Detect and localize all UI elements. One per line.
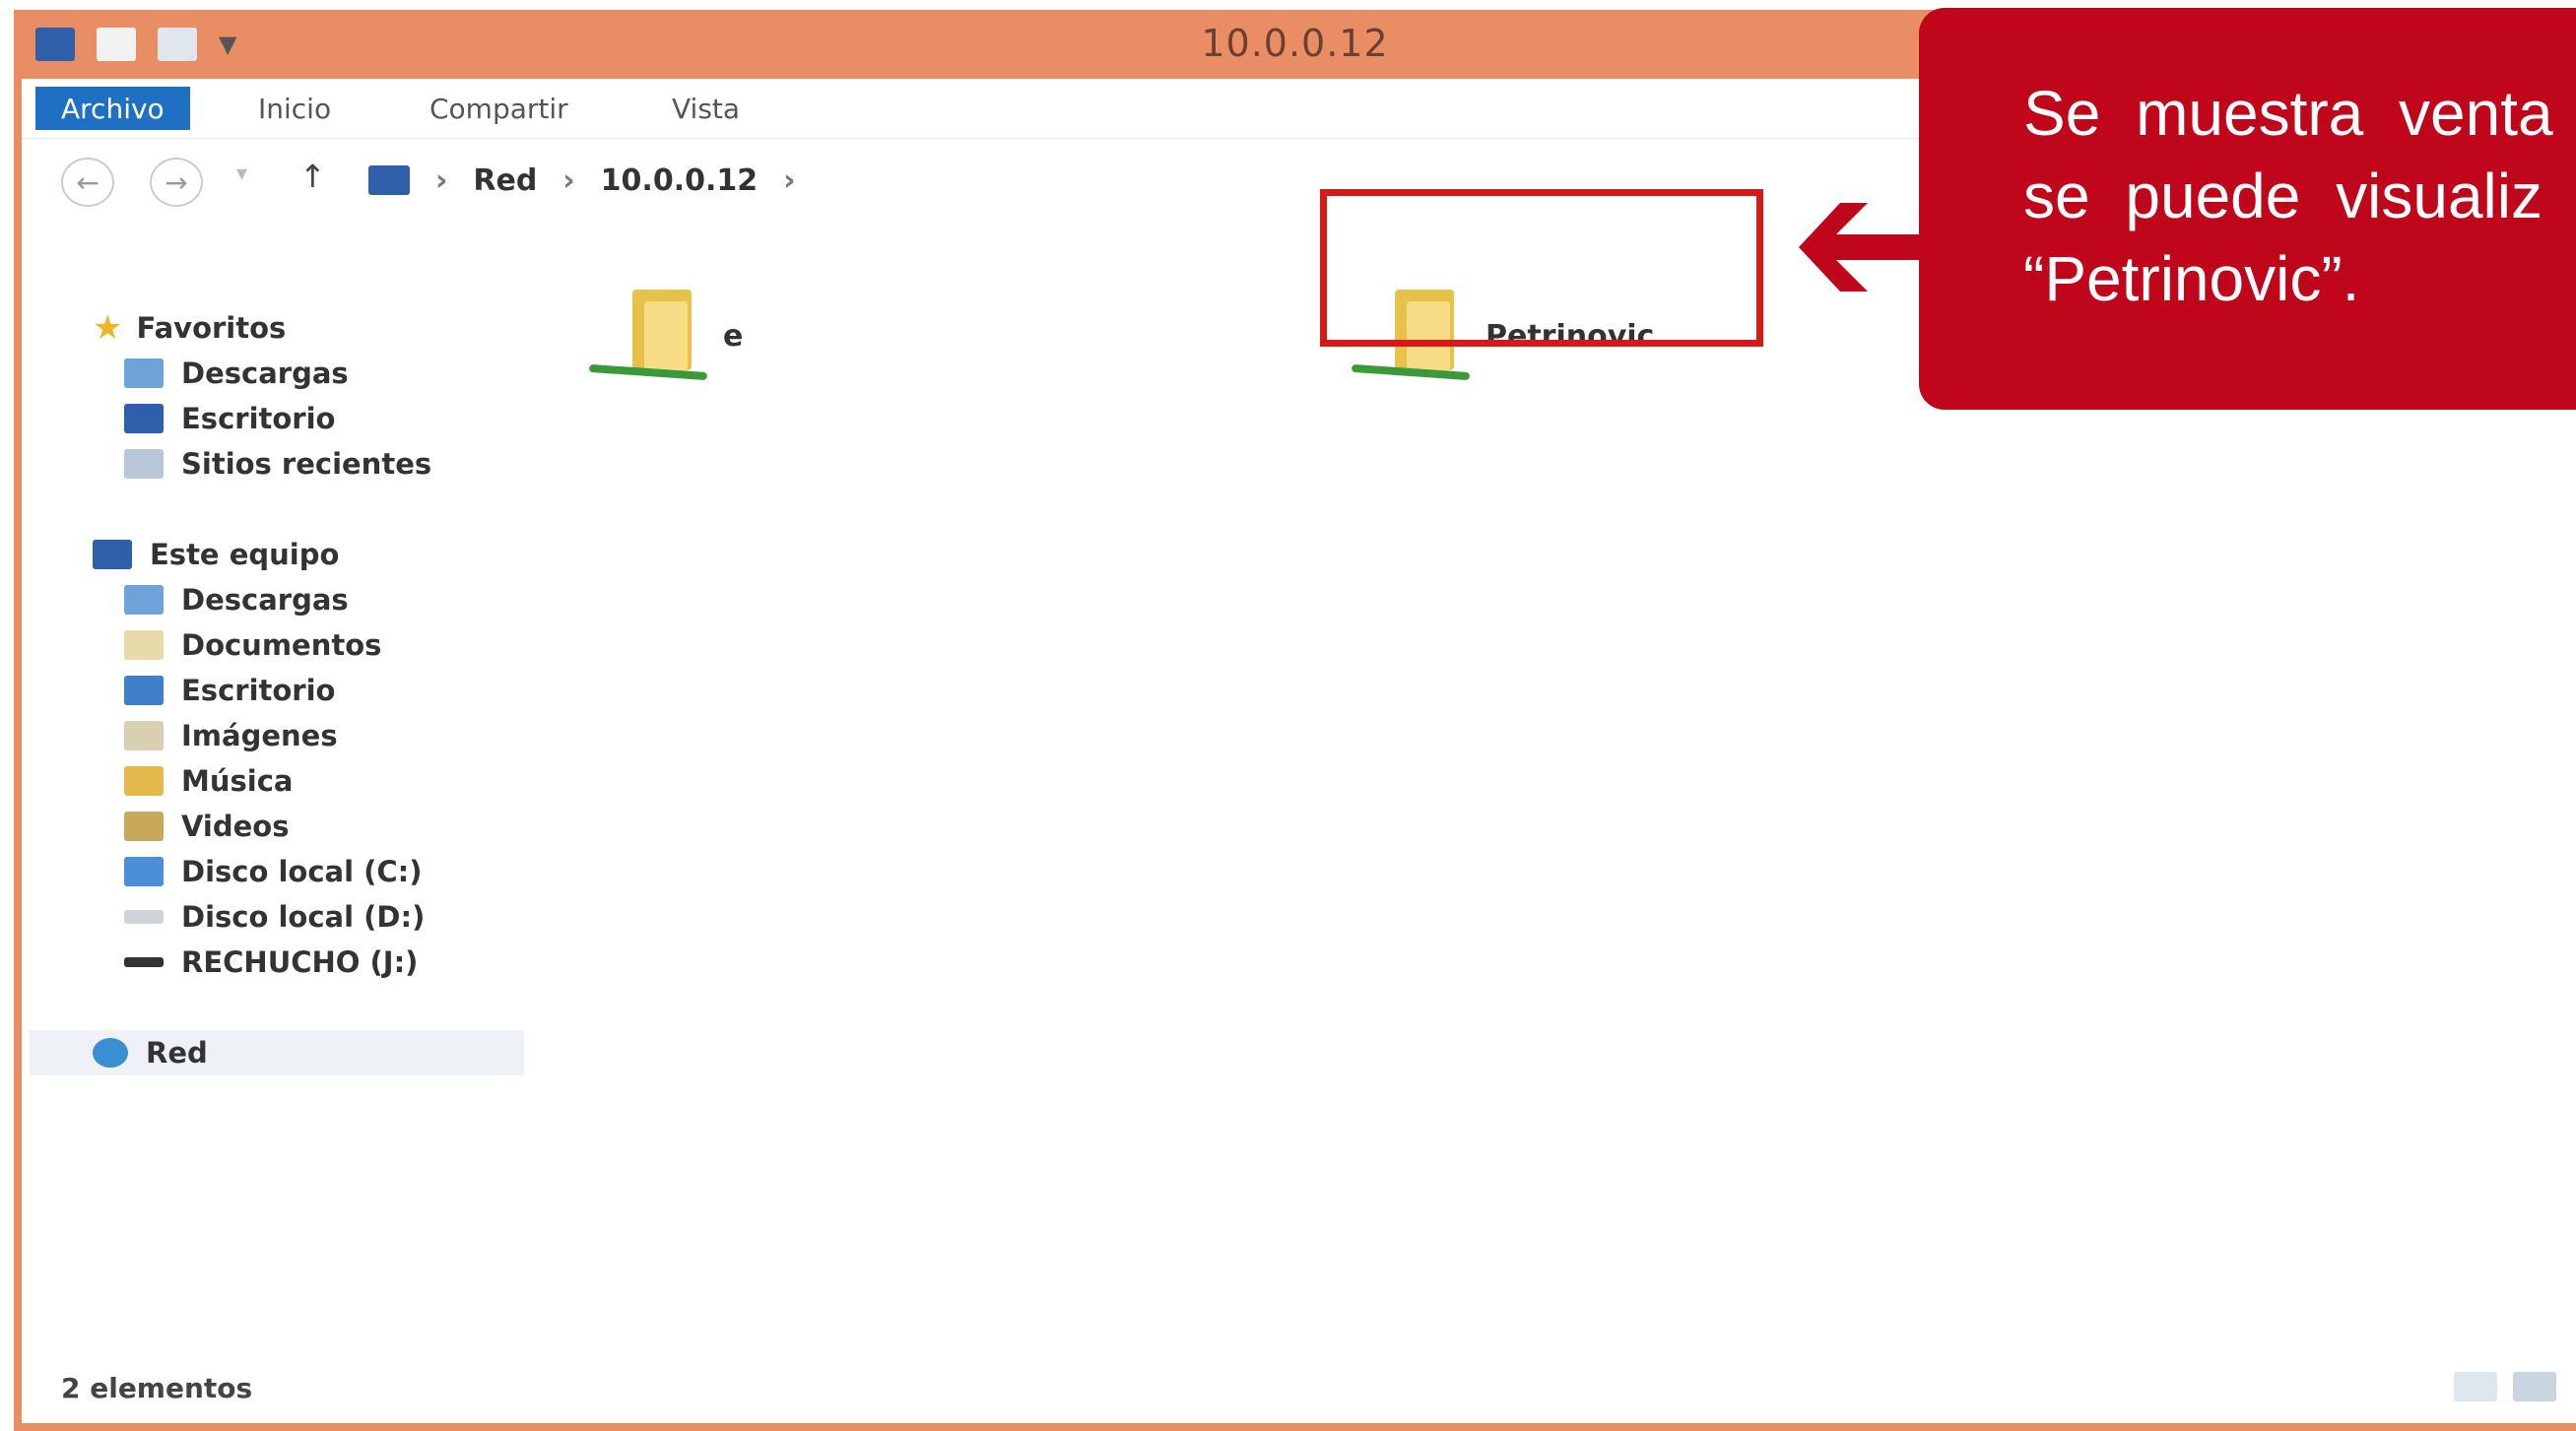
forward-arrow-icon[interactable]: → bbox=[150, 158, 203, 207]
sidebar-item-label: RECHUCHO (J:) bbox=[181, 945, 419, 979]
sidebar-item-red[interactable]: Red bbox=[30, 1030, 524, 1075]
sidebar-item-imagenes[interactable]: Imágenes bbox=[124, 713, 338, 758]
sidebar-item-label: Escritorio bbox=[181, 402, 336, 435]
sidebar-item-videos[interactable]: Videos bbox=[124, 804, 290, 849]
callout-line: Se muestra venta bbox=[2023, 78, 2553, 149]
highlight-box bbox=[1320, 189, 1763, 347]
sidebar-item-sitios-recientes[interactable]: Sitios recientes bbox=[124, 441, 431, 487]
callout-line: “Petrinovic”. bbox=[2023, 243, 2360, 314]
sidebar-item-label: Escritorio bbox=[181, 674, 336, 707]
sidebar-item-label: Este equipo bbox=[150, 538, 340, 571]
recent-locations-chevron-icon[interactable]: ▾ bbox=[236, 162, 247, 186]
videos-folder-icon bbox=[124, 812, 164, 841]
downloads-folder-icon bbox=[124, 358, 164, 388]
left-arrow-icon bbox=[1799, 203, 1925, 292]
star-icon: ★ bbox=[93, 308, 123, 348]
drive-icon bbox=[124, 910, 164, 924]
music-folder-icon bbox=[124, 766, 164, 796]
desktop-icon bbox=[124, 404, 164, 433]
sidebar-item-label: Disco local (D:) bbox=[181, 900, 426, 934]
breadcrumb-separator-icon: › bbox=[562, 163, 575, 198]
breadcrumb-red[interactable]: Red bbox=[473, 163, 537, 198]
callout-line: se puede visualiz bbox=[2023, 161, 2543, 231]
sidebar-item-label: Videos bbox=[181, 810, 290, 843]
status-item-count: 2 elementos bbox=[61, 1372, 253, 1404]
sidebar-item-label: Descargas bbox=[181, 357, 349, 390]
breadcrumb-chevron-icon[interactable]: › bbox=[783, 163, 795, 198]
sidebar-item-label: Imágenes bbox=[181, 719, 338, 752]
item-label: e bbox=[723, 318, 744, 354]
usb-drive-icon bbox=[124, 957, 164, 967]
back-arrow-icon[interactable]: ← bbox=[61, 158, 114, 207]
navigation-pane: ★ Favoritos Descargas Escritorio Sitios … bbox=[22, 227, 524, 1352]
sidebar-favoritos[interactable]: ★ Favoritos bbox=[93, 305, 286, 351]
tab-vista[interactable]: Vista bbox=[672, 87, 740, 130]
large-icons-view-icon[interactable] bbox=[2513, 1372, 2556, 1401]
annotation-callout: Se muestra venta se puede visualiz “Petr… bbox=[1919, 8, 2576, 410]
sidebar-este-equipo[interactable]: Este equipo bbox=[93, 532, 339, 577]
sidebar-item-label: Sitios recientes bbox=[181, 447, 432, 481]
system-drive-icon bbox=[124, 857, 164, 886]
sidebar-item-label: Documentos bbox=[181, 628, 382, 662]
documents-folder-icon bbox=[124, 630, 164, 660]
pictures-folder-icon bbox=[124, 721, 164, 750]
sidebar-item-escritorio[interactable]: Escritorio bbox=[124, 396, 335, 441]
network-icon bbox=[93, 1038, 128, 1068]
desktop-folder-icon bbox=[124, 676, 164, 705]
computer-icon[interactable] bbox=[368, 165, 410, 195]
breadcrumb-ip[interactable]: 10.0.0.12 bbox=[601, 163, 758, 198]
up-arrow-icon[interactable]: ↑ bbox=[299, 158, 326, 195]
sidebar-item-documentos[interactable]: Documentos bbox=[124, 622, 381, 668]
sidebar-item-disco-d[interactable]: Disco local (D:) bbox=[124, 894, 425, 940]
downloads-folder-icon bbox=[124, 585, 164, 615]
details-view-icon[interactable] bbox=[2454, 1372, 2497, 1401]
sidebar-item-musica[interactable]: Música bbox=[124, 758, 293, 804]
sidebar-item-label: Favoritos bbox=[136, 311, 287, 345]
tab-compartir[interactable]: Compartir bbox=[429, 87, 568, 130]
sidebar-item-descargas[interactable]: Descargas bbox=[124, 351, 349, 396]
status-bar: 2 elementos bbox=[22, 1352, 2576, 1423]
sidebar-item-label: Descargas bbox=[181, 583, 349, 617]
sidebar-item-disco-c[interactable]: Disco local (C:) bbox=[124, 849, 423, 894]
sidebar-item-escritorio-pc[interactable]: Escritorio bbox=[124, 668, 335, 713]
sidebar-item-descargas-pc[interactable]: Descargas bbox=[124, 577, 349, 622]
sidebar-item-label: Red bbox=[146, 1036, 208, 1070]
breadcrumb: › Red › 10.0.0.12 › bbox=[368, 158, 795, 203]
shared-folder-icon bbox=[588, 282, 708, 390]
recent-places-icon bbox=[124, 449, 164, 479]
sidebar-item-label: Música bbox=[181, 764, 294, 798]
breadcrumb-separator-icon: › bbox=[435, 163, 448, 198]
sidebar-item-rechucho[interactable]: RECHUCHO (J:) bbox=[124, 940, 418, 985]
tab-archivo[interactable]: Archivo bbox=[35, 87, 190, 130]
tab-inicio[interactable]: Inicio bbox=[258, 87, 331, 130]
computer-icon bbox=[93, 540, 132, 569]
list-item[interactable]: e bbox=[588, 282, 744, 390]
sidebar-item-label: Disco local (C:) bbox=[181, 855, 423, 888]
